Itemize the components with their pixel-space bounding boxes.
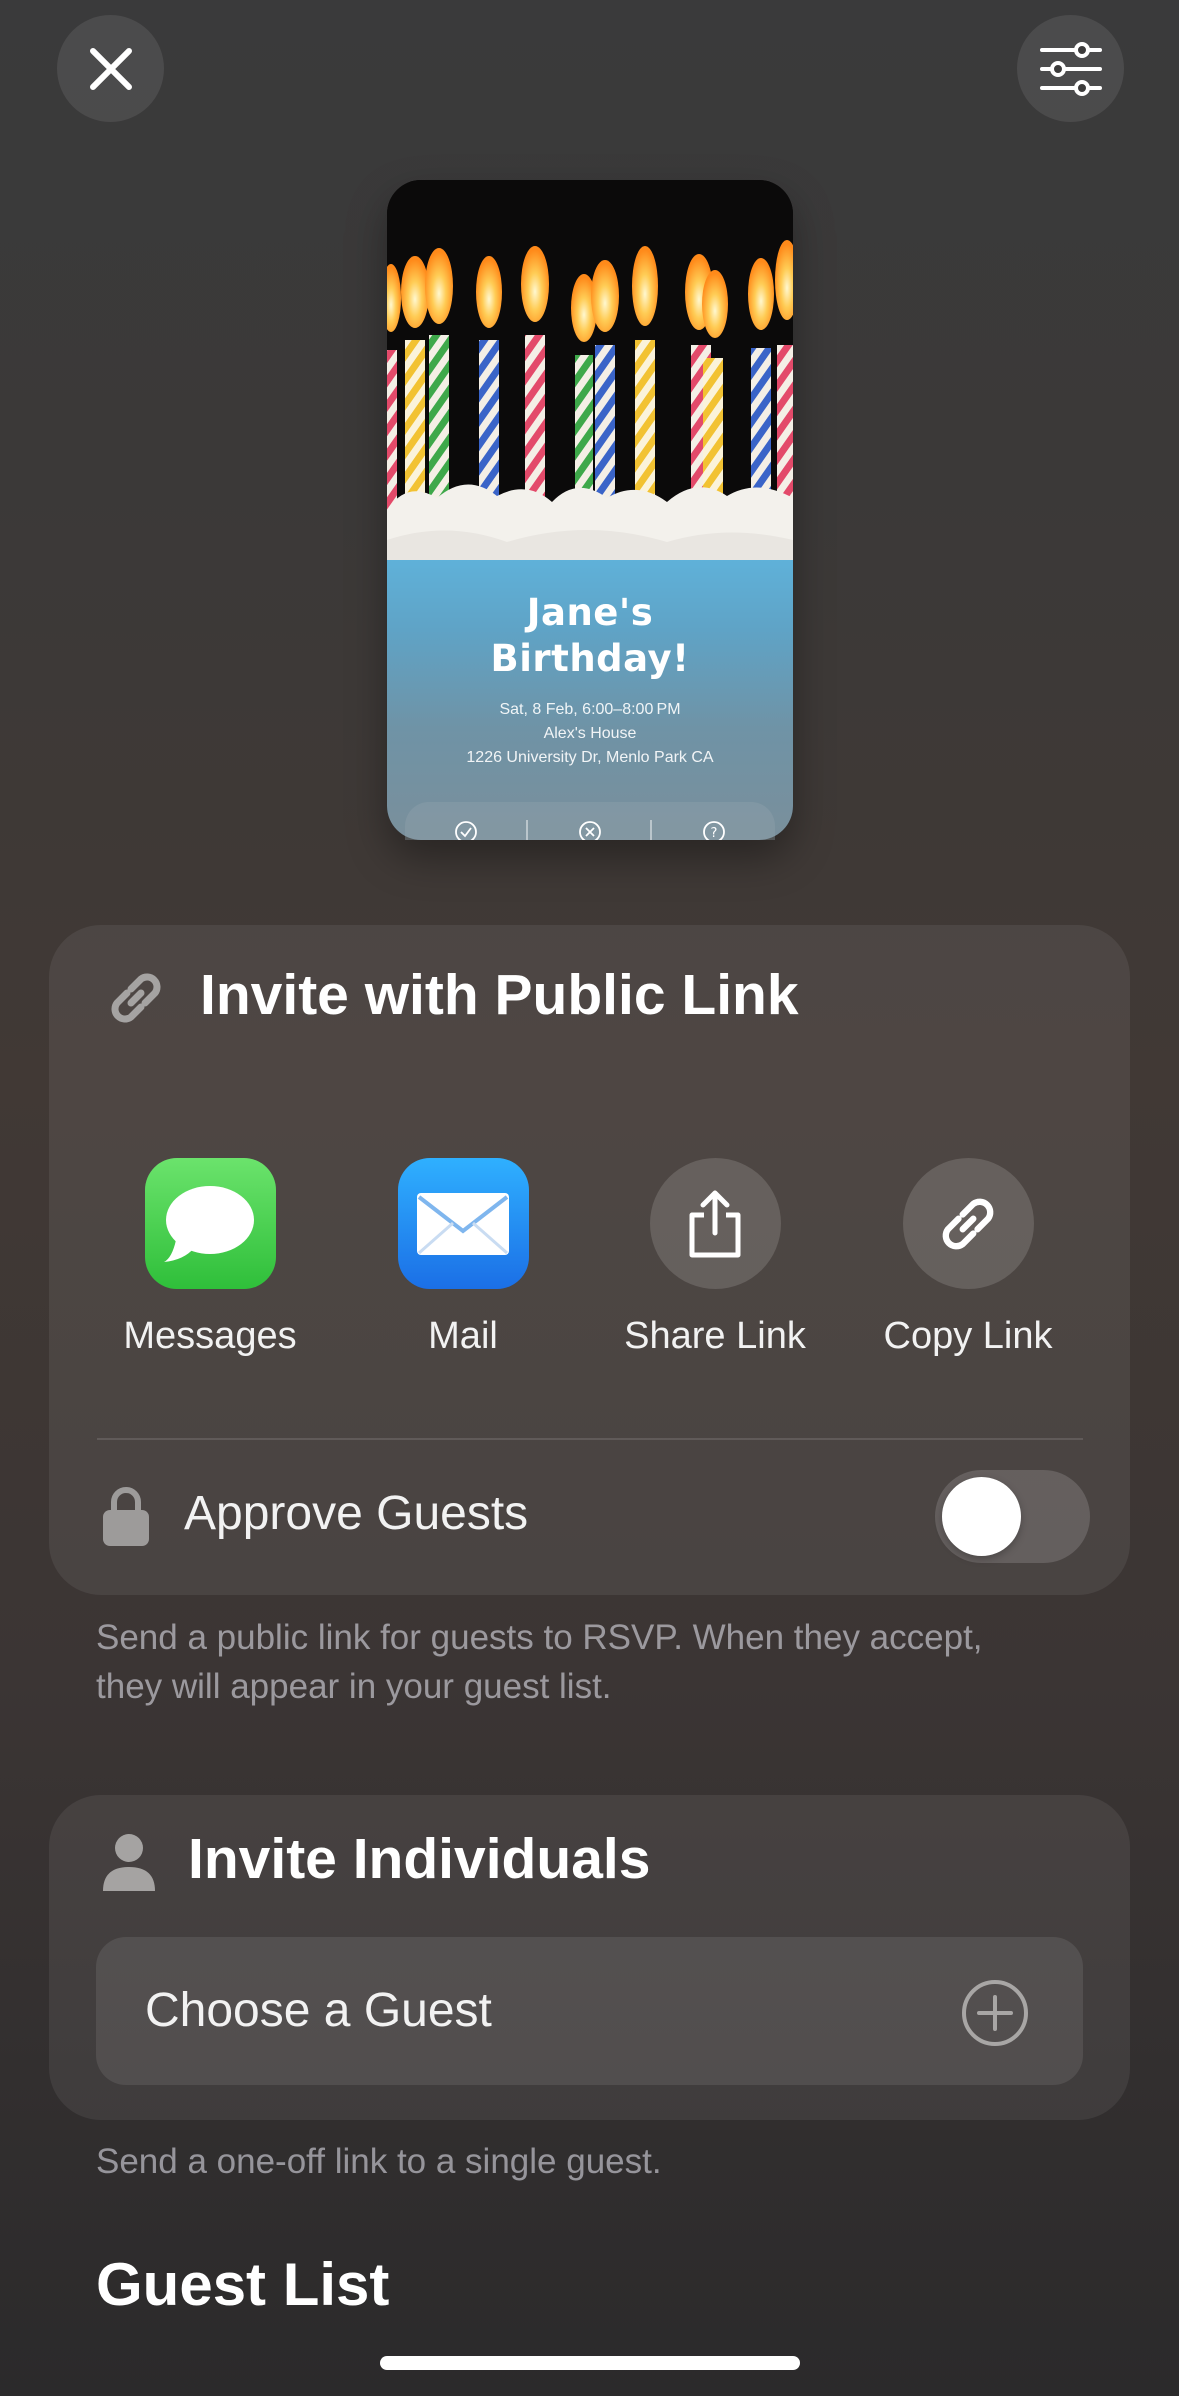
invitation-venue: Alex's House (543, 725, 637, 742)
messages-label: Messages (123, 1315, 297, 1357)
guest-list-heading: Guest List (96, 2251, 390, 2318)
approve-guests-toggle[interactable] (935, 1470, 1090, 1563)
invitation-preview[interactable]: Jane's Birthday! Sat, 8 Feb, 6:00–8:00 P… (387, 180, 793, 840)
plus-circle-icon[interactable] (961, 1979, 1029, 2047)
check-circle-icon[interactable] (454, 820, 478, 840)
toggle-knob (942, 1477, 1021, 1556)
mail-label: Mail (428, 1315, 498, 1357)
invitation-address: 1226 University Dr, Menlo Park CA (466, 749, 714, 766)
rsvp-divider (650, 820, 652, 840)
mail-option[interactable]: Mail (353, 1158, 573, 1358)
invitation-datetime: Sat, 8 Feb, 6:00–8:00 PM (499, 701, 681, 718)
xmark-icon (89, 47, 132, 90)
share-link-label: Share Link (624, 1315, 806, 1357)
close-button[interactable] (57, 15, 164, 122)
copy-link-label: Copy Link (883, 1315, 1053, 1357)
birthday-candles-photo (387, 180, 793, 600)
invitation-title: Jane's Birthday! (387, 590, 793, 682)
messages-icon (144, 1158, 276, 1289)
lock-icon (103, 1487, 149, 1546)
svg-text:?: ? (711, 826, 718, 840)
person-icon (103, 1834, 155, 1891)
x-circle-icon[interactable] (578, 820, 602, 840)
sliders-icon (1039, 41, 1102, 96)
divider (97, 1438, 1083, 1440)
question-circle-icon[interactable]: ? (702, 820, 726, 840)
choose-guest-field[interactable]: Choose a Guest (96, 1937, 1083, 2085)
rsvp-divider (526, 820, 528, 840)
public-link-title: Invite with Public Link (200, 963, 799, 1027)
mail-icon (397, 1158, 529, 1289)
share-icon (649, 1158, 781, 1289)
share-link-option[interactable]: Share Link (605, 1158, 825, 1358)
public-link-footnote: Send a public link for guests to RSVP. W… (96, 1618, 983, 1706)
messages-option[interactable]: Messages (100, 1158, 320, 1358)
copy-link-option[interactable]: Copy Link (858, 1158, 1078, 1358)
title-line-2: Birthday! (490, 637, 690, 680)
invite-individuals-title: Invite Individuals (188, 1827, 651, 1891)
approve-guests-label: Approve Guests (184, 1487, 529, 1540)
link-icon (902, 1158, 1034, 1289)
link-icon (111, 973, 161, 1023)
choose-guest-label: Choose a Guest (145, 1984, 492, 2037)
home-indicator (380, 2356, 800, 2370)
settings-button[interactable] (1017, 15, 1124, 122)
title-line-1: Jane's (526, 591, 654, 634)
individuals-footnote: Send a one-off link to a single guest. (96, 2142, 662, 2181)
